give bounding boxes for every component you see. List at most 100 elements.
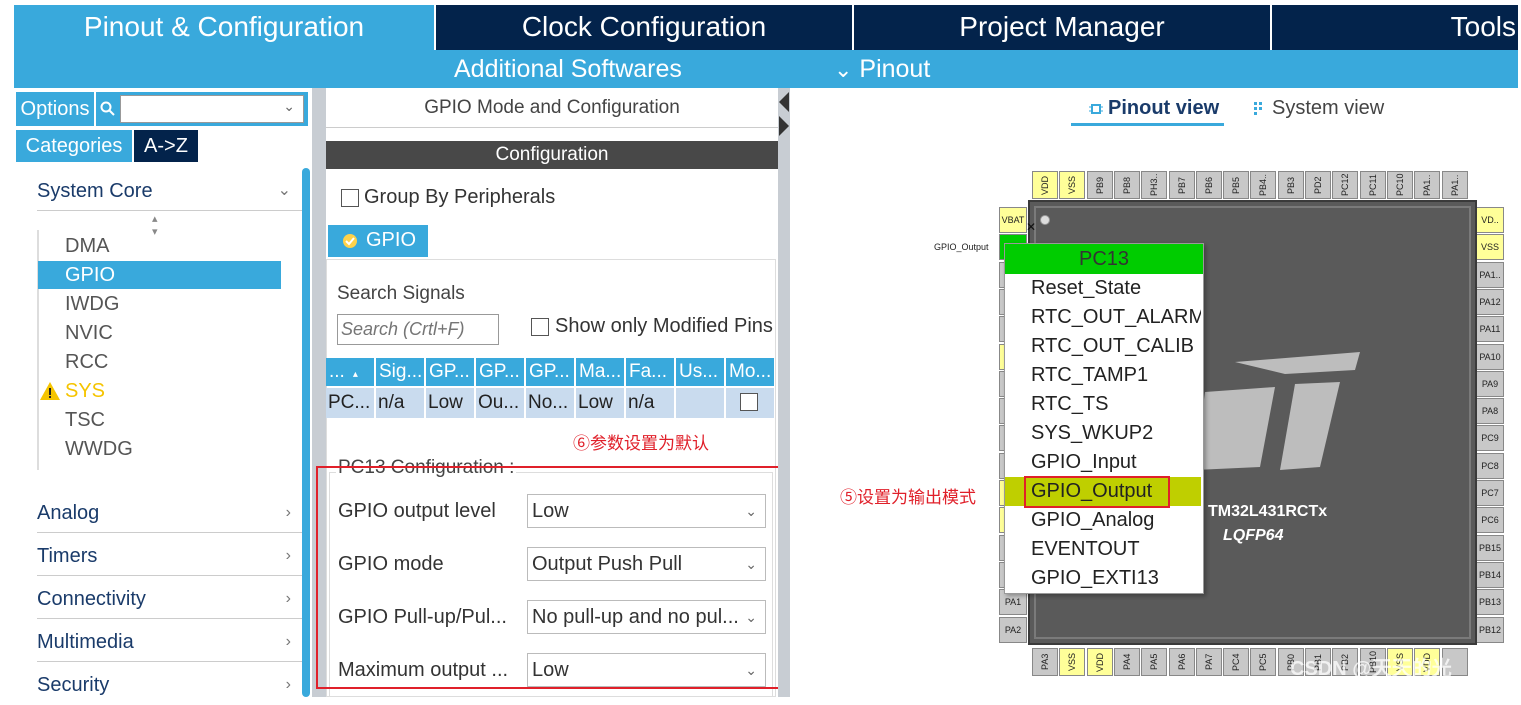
pinout-menu[interactable]: ⌄ Pinout [834, 50, 930, 88]
pin-top-10[interactable]: PD2 [1305, 171, 1331, 199]
pin-bottom-3[interactable]: PA4 [1113, 648, 1140, 676]
item-sys[interactable]: SYS [65, 377, 105, 405]
menu-item-gpio-input[interactable]: GPIO_Input [1005, 448, 1201, 477]
table-row[interactable]: PC... n/a Low Ou... No... Low n/a [326, 388, 774, 418]
search-input[interactable]: ⌄ [120, 95, 304, 123]
tab-pinout-view[interactable]: Pinout view [1071, 94, 1224, 126]
pin-right-12[interactable]: PB15 [1476, 534, 1504, 561]
tab-tools[interactable]: Tools [1270, 5, 1518, 50]
pin-left-15[interactable]: PA2 [999, 616, 1027, 643]
menu-item-sys-wkup2[interactable]: SYS_WKUP2 [1005, 419, 1201, 448]
pin-top-14[interactable]: PA1.. [1414, 171, 1441, 199]
pin-top-5[interactable]: PB7 [1168, 171, 1195, 199]
pin-right-0[interactable]: VD.. [1476, 207, 1504, 233]
collapse-left-icon[interactable] [779, 92, 789, 112]
chevron-down-icon[interactable]: ⌄ [283, 98, 295, 115]
pin-right-4[interactable]: PA11 [1476, 316, 1504, 343]
pin-bottom-5[interactable]: PA6 [1168, 648, 1195, 676]
search-signals-input[interactable] [337, 314, 499, 345]
additional-softwares-menu[interactable]: Additional Softwares [454, 50, 682, 88]
pin-top-8[interactable]: PB4.. [1250, 171, 1277, 199]
category-system-core[interactable]: System Core ⌄ [37, 171, 303, 211]
pin-bottom-6[interactable]: PA7 [1195, 648, 1222, 676]
col-header-user-label[interactable]: Us... [676, 358, 726, 386]
pin-right-6[interactable]: PA9 [1476, 370, 1504, 397]
pin-left-0[interactable]: VBAT [999, 207, 1027, 233]
col-header-fast-mode[interactable]: Fa... [626, 358, 676, 386]
pin-right-9[interactable]: PC8 [1476, 452, 1504, 479]
pin-top-13[interactable]: PC10 [1386, 171, 1413, 199]
item-iwdg[interactable]: IWDG [65, 290, 119, 318]
tab-system-view[interactable]: System view [1252, 94, 1402, 126]
category-security[interactable]: Security › [37, 665, 303, 705]
menu-item-gpio-exti13[interactable]: GPIO_EXTI13 [1005, 564, 1201, 593]
pin-right-13[interactable]: PB14 [1476, 561, 1504, 588]
pin-right-2[interactable]: PA1.. [1476, 261, 1504, 288]
tab-pinout-configuration[interactable]: Pinout & Configuration [14, 5, 434, 50]
pin-right-8[interactable]: PC9 [1476, 425, 1504, 452]
pin-right-1[interactable]: VSS [1476, 234, 1504, 261]
menu-item-rtc-out-calib[interactable]: RTC_OUT_CALIB [1005, 332, 1201, 361]
pin-top-1[interactable]: VSS [1059, 171, 1086, 199]
category-analog[interactable]: Analog › [37, 493, 303, 533]
expand-right-icon[interactable] [779, 116, 789, 136]
pin-bottom-2[interactable]: VDD [1086, 648, 1113, 676]
group-by-checkbox[interactable] [341, 189, 359, 207]
pin-top-11[interactable]: PC12 [1332, 171, 1359, 199]
item-wwdg[interactable]: WWDG [65, 435, 133, 463]
scrollbar[interactable] [302, 168, 310, 697]
tab-clock-configuration[interactable]: Clock Configuration [434, 5, 852, 50]
pin-bottom-1[interactable]: VSS [1059, 648, 1086, 676]
col-header-max-speed[interactable]: Ma... [576, 358, 626, 386]
menu-item-gpio-analog[interactable]: GPIO_Analog [1005, 506, 1201, 535]
pin-top-9[interactable]: PB3 [1277, 171, 1304, 199]
item-nvic[interactable]: NVIC [65, 319, 113, 347]
tab-categories[interactable]: Categories [16, 130, 132, 162]
col-header-pin[interactable]: ... ▴ [326, 358, 376, 386]
pin-top-12[interactable]: PC11 [1359, 171, 1386, 199]
menu-item-eventout[interactable]: EVENTOUT [1005, 535, 1201, 564]
col-header-gpio-mode[interactable]: GP... [476, 358, 526, 386]
menu-item-reset-state[interactable]: Reset_State [1005, 274, 1201, 303]
pin-bottom-4[interactable]: PA5 [1141, 648, 1168, 676]
pin-top-6[interactable]: PB6 [1195, 171, 1222, 199]
item-gpio[interactable]: GPIO [65, 261, 115, 289]
col-header-gpio-pull[interactable]: GP... [526, 358, 576, 386]
item-dma[interactable]: DMA [65, 232, 109, 260]
collapse-bar[interactable] [778, 88, 790, 697]
category-label: Connectivity [37, 588, 146, 610]
pin-bottom-0[interactable]: PA3 [1032, 648, 1058, 676]
pin-right-7[interactable]: PA8 [1476, 398, 1504, 425]
category-timers[interactable]: Timers › [37, 536, 303, 576]
pin-right-5[interactable]: PA10 [1476, 343, 1504, 370]
pin-right-10[interactable]: PC7 [1476, 480, 1504, 506]
pin-right-15[interactable]: PB12 [1476, 616, 1504, 643]
pin-right-14[interactable]: PB13 [1476, 589, 1504, 616]
tab-project-manager[interactable]: Project Manager [852, 5, 1270, 50]
item-rcc[interactable]: RCC [65, 348, 108, 376]
category-multimedia[interactable]: Multimedia › [37, 622, 303, 662]
pin-top-3[interactable]: PB8 [1113, 171, 1140, 199]
category-connectivity[interactable]: Connectivity › [37, 579, 303, 619]
item-tsc[interactable]: TSC [65, 406, 105, 434]
tab-a-z[interactable]: A->Z [134, 130, 198, 162]
pin-top-2[interactable]: PB9 [1086, 171, 1113, 199]
sort-icon[interactable]: ▴ ▾ [152, 212, 158, 238]
pin-bottom-7[interactable]: PC4 [1223, 648, 1250, 676]
menu-item-rtc-ts[interactable]: RTC_TS [1005, 390, 1201, 419]
menu-item-rtc-out-alarm[interactable]: RTC_OUT_ALARM [1005, 303, 1201, 332]
col-header-modified[interactable]: Mo... [726, 358, 774, 386]
pin-right-11[interactable]: PC6 [1476, 507, 1504, 534]
menu-item-rtc-tamp1[interactable]: RTC_TAMP1 [1005, 361, 1201, 390]
show-modified-checkbox[interactable] [531, 318, 549, 336]
pin-right-3[interactable]: PA12 [1476, 288, 1504, 315]
col-header-gpio-level[interactable]: GP... [426, 358, 476, 386]
pin-top-7[interactable]: PB5 [1223, 171, 1250, 199]
modified-checkbox[interactable] [740, 393, 758, 411]
col-header-signal[interactable]: Sig... [376, 358, 426, 386]
pin-top-0[interactable]: VDD [1032, 171, 1058, 199]
tab-gpio[interactable]: GPIO [328, 225, 428, 257]
pin-top-15[interactable]: PA1.. [1441, 171, 1468, 199]
pin-top-4[interactable]: PH3.. [1141, 171, 1168, 199]
pin-bottom-8[interactable]: PC5 [1250, 648, 1277, 676]
